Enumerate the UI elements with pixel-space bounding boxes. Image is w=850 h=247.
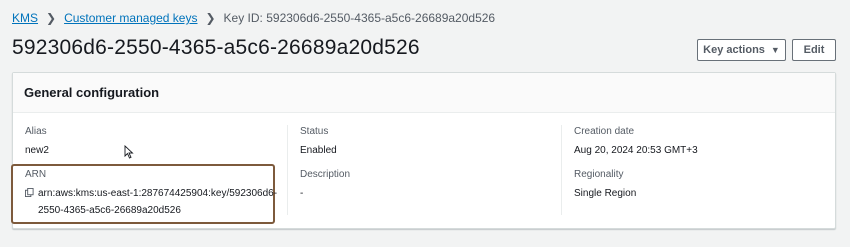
description-value: - (300, 188, 304, 199)
key-actions-label: Key actions (703, 44, 765, 56)
panel-title: General configuration (24, 85, 160, 100)
edit-button[interactable]: Edit (792, 39, 836, 61)
status-value: Enabled (300, 145, 337, 156)
regionality-field: Regionality Single Region (574, 169, 636, 202)
arn-field: ARN arn:aws:kms:us-east-1:287674425904:k… (25, 169, 277, 219)
creation-date-field: Creation date Aug 20, 2024 20:53 GMT+3 (574, 126, 698, 159)
status-label: Status (300, 126, 329, 137)
chevron-right-icon: ❯ (46, 11, 57, 25)
key-actions-button[interactable]: Key actions ▼ (697, 39, 786, 61)
chevron-right-icon: ❯ (205, 11, 216, 25)
regionality-label: Regionality (574, 169, 624, 180)
description-label: Description (300, 169, 351, 180)
arn-line-1: arn:aws:kms:us-east-1:287674425904:key/5… (38, 188, 278, 199)
caret-down-icon: ▼ (770, 45, 780, 55)
arn-label: ARN (25, 169, 47, 180)
alias-field: Alias new2 (25, 126, 49, 159)
alias-value: new2 (25, 145, 49, 156)
arn-value: arn:aws:kms:us-east-1:287674425904:key/5… (25, 185, 277, 219)
breadcrumb: KMS ❯ Customer managed keys ❯ Key ID: 59… (12, 11, 495, 25)
regionality-value: Single Region (574, 188, 637, 199)
status-field: Status Enabled (300, 126, 337, 159)
creation-date-label: Creation date (574, 126, 635, 137)
page-title: 592306d6-2550-4365-a5c6-26689a20d526 (12, 36, 420, 59)
mouse-cursor-icon (124, 145, 134, 159)
column-divider (287, 125, 288, 215)
alias-label: Alias (25, 126, 47, 137)
breadcrumb-current: Key ID: 592306d6-2550-4365-a5c6-26689a20… (223, 11, 496, 25)
arn-text: arn:aws:kms:us-east-1:287674425904:key/5… (38, 185, 277, 219)
column-divider (561, 125, 562, 215)
general-configuration-panel: General configuration Alias new2 Status … (11, 72, 836, 229)
creation-date-value: Aug 20, 2024 20:53 GMT+3 (574, 145, 698, 156)
description-field: Description - (300, 169, 350, 202)
breadcrumb-customer-managed-keys[interactable]: Customer managed keys (64, 11, 197, 25)
copy-icon[interactable] (25, 188, 34, 197)
breadcrumb-kms[interactable]: KMS (12, 11, 38, 25)
arn-line-2: 2550-4365-a5c6-26689a20d526 (38, 205, 181, 216)
panel-header: General configuration (13, 73, 835, 113)
bottom-strip (0, 240, 850, 247)
